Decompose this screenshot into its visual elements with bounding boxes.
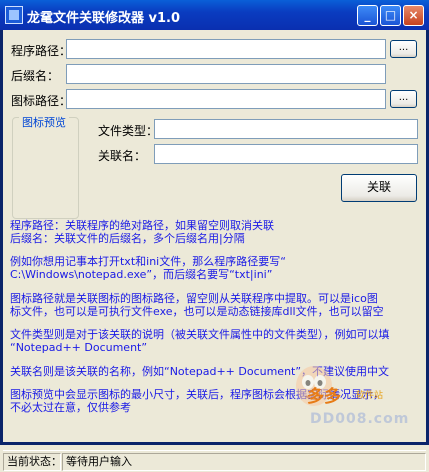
app-icon (5, 6, 23, 24)
status-label: 当前状态： (3, 453, 62, 471)
help-line: 文件类型则是对于该关联的说明（被关联文件属性中的文件类型），例如可以填 (10, 328, 390, 341)
extension-input[interactable] (66, 64, 386, 84)
icon-preview-box (12, 117, 79, 219)
help-line: 后缀名：关联文件的后缀名，多个后缀名用|分隔 (10, 232, 245, 245)
title-bar[interactable]: 龙鼋文件关联修改器 v1.0 _ □ × (0, 0, 429, 30)
app-window: 龙鼋文件关联修改器 v1.0 _ □ × 程序路径： ... 后缀名： 图标路径… (0, 0, 429, 471)
program-path-input[interactable] (66, 39, 386, 59)
window-title: 龙鼋文件关联修改器 v1.0 (27, 11, 181, 26)
file-type-input[interactable] (154, 119, 418, 139)
extension-label: 后缀名： (11, 69, 60, 83)
help-line: 例如你想用记事本打开txt和ini文件，那么程序路径要写“ (10, 255, 286, 268)
associate-button[interactable]: 关联 (341, 174, 417, 202)
program-path-label: 程序路径： (11, 44, 72, 58)
watermark-url: DD008.com (310, 411, 410, 427)
client-area: 程序路径： ... 后缀名： 图标路径： ... 图标预览 文件类型： 关联名：… (3, 30, 426, 471)
browse-program-button[interactable]: ... (390, 40, 417, 58)
status-bar: 当前状态： 等待用户输入 (3, 450, 426, 472)
watermark-sub: 软件站 (356, 391, 384, 401)
minimize-button[interactable]: _ (357, 5, 378, 26)
help-line: 标文件，也可以是可执行文件exe，也可以是动态链接库dll文件，也可以留空 (10, 305, 384, 318)
help-line: “Notepad++ Document” (10, 341, 148, 354)
help-line: 图标路径就是关联图标的图标路径，留空则从关联程序中提取。可以是ico图 (10, 292, 378, 305)
help-line: 不必太过在意，仅供参考 (10, 401, 131, 414)
help-line: C:\Windows\notepad.exe”，而后缀名要写“txt|ini” (10, 268, 273, 281)
help-line: 程序路径：关联程序的绝对路径，如果留空则取消关联 (10, 219, 274, 232)
watermark-brand: 多多 (307, 387, 341, 407)
status-value: 等待用户输入 (62, 453, 426, 471)
maximize-button[interactable]: □ (380, 5, 401, 26)
browse-icon-button[interactable]: ... (390, 90, 417, 108)
icon-preview-title: 图标预览 (19, 114, 69, 130)
assoc-name-input[interactable] (154, 144, 418, 164)
close-button[interactable]: × (403, 5, 424, 26)
icon-path-input[interactable] (66, 89, 386, 109)
icon-path-label: 图标路径： (11, 94, 72, 108)
file-type-label: 文件类型： (98, 124, 159, 138)
assoc-name-label: 关联名： (98, 149, 147, 163)
